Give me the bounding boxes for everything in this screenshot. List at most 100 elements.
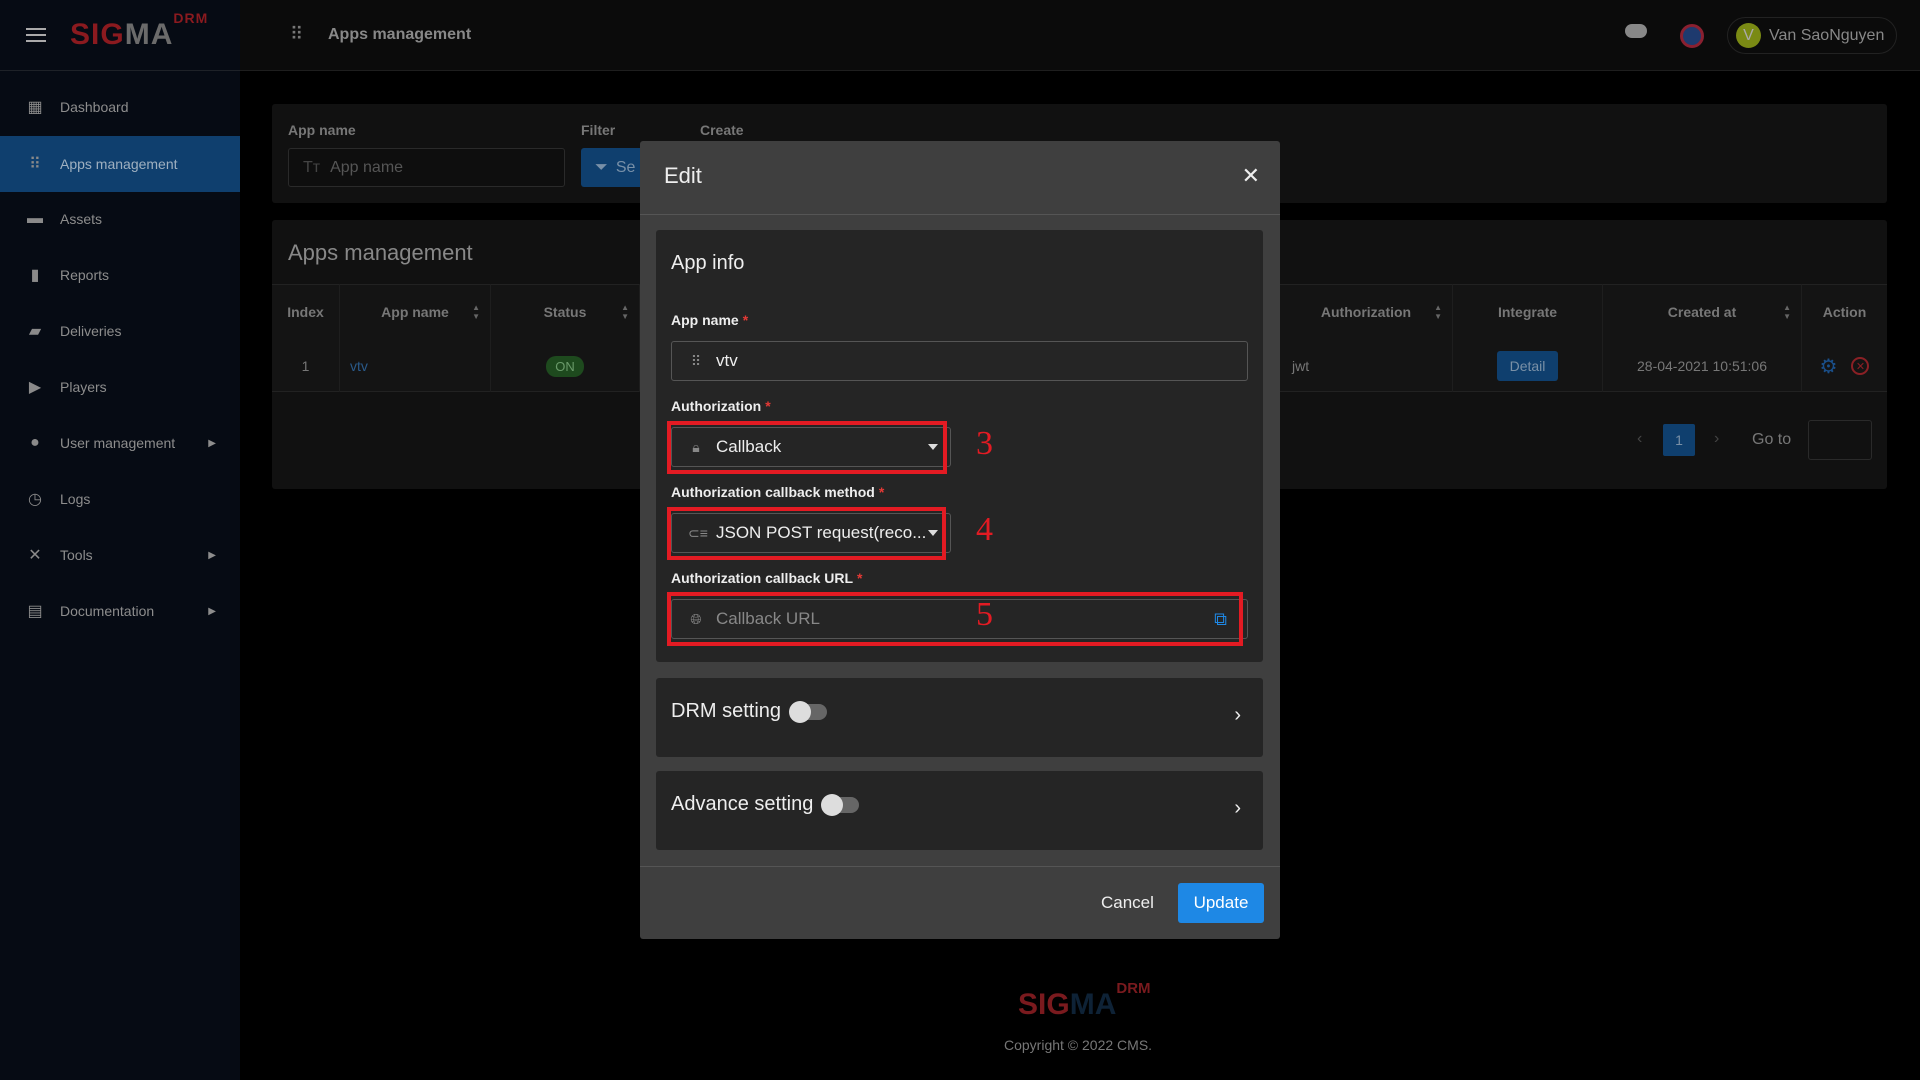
drm-setting-card[interactable]: DRM setting › — [656, 678, 1263, 757]
col-header-integrate: Integrate — [1453, 284, 1603, 340]
user-menu[interactable]: V Van SaoNguyen — [1727, 17, 1897, 54]
user-icon: ● — [30, 434, 40, 451]
advance-setting-header: Advance setting — [671, 793, 860, 816]
sidebar-item-players[interactable]: ▶ Players — [0, 359, 240, 415]
caret-right-icon: ▶ — [208, 437, 216, 449]
required-mark: * — [857, 570, 863, 586]
gear-icon[interactable]: ⚙ — [1820, 354, 1838, 379]
footer-logo: SIGMADRM — [1018, 980, 1151, 1021]
divider — [640, 214, 1280, 215]
col-header-app-name[interactable]: App name ▲ ▼ — [340, 284, 491, 340]
sidebar-item-deliveries[interactable]: ▰ Deliveries — [0, 303, 240, 359]
status-badge[interactable]: ON — [546, 355, 584, 377]
sidebar-item-label: Deliveries — [60, 323, 122, 339]
sidebar-item-label: Documentation — [60, 603, 155, 619]
sidebar-item-label: Apps management — [60, 156, 178, 172]
label-text: Authorization callback URL — [671, 570, 854, 586]
section-title: Advance setting — [671, 793, 814, 815]
cell-app-name-link[interactable]: vtv — [340, 340, 491, 392]
label-text: Authorization — [671, 398, 762, 414]
modal-title: Edit — [664, 163, 702, 188]
filter-button-label: Se — [615, 158, 636, 176]
sort-icon: ▲ ▼ — [1434, 303, 1442, 321]
chevron-right-icon[interactable]: › — [1234, 797, 1241, 820]
sidebar-item-label: Reports — [60, 267, 110, 283]
close-icon[interactable]: ✕ — [1242, 163, 1260, 189]
drm-setting-toggle[interactable] — [789, 700, 828, 723]
copyright: Copyright © 2022 CMS. — [1004, 1037, 1153, 1053]
col-label: Authorization — [1320, 304, 1412, 320]
label-text: App name — [671, 312, 739, 328]
avatar: V — [1736, 23, 1761, 48]
goto-label: Go to — [1752, 431, 1792, 448]
theme-toggle-icon[interactable] — [1625, 24, 1647, 38]
col-header-authorization[interactable]: Authorization ▲ ▼ — [1280, 284, 1453, 340]
bar-chart-icon: ▮ — [30, 267, 40, 284]
sidebar-item-label: User management — [60, 435, 176, 451]
required-mark: * — [742, 312, 749, 328]
app-name-input[interactable]: ⠿ vtv — [671, 341, 1248, 381]
annotation-number-4: 4 — [976, 511, 993, 548]
annotation-number-3: 3 — [976, 425, 993, 462]
divider — [640, 866, 1280, 867]
authorization-label: Authorization * — [671, 398, 771, 414]
next-page-icon[interactable]: › — [1714, 430, 1719, 448]
logo: SIGMADRM — [70, 10, 209, 51]
create-label: Create — [700, 122, 744, 138]
col-label: Created at — [1667, 304, 1737, 320]
top-header: ⠿ Apps management V Van SaoNguyen — [240, 0, 1920, 71]
chevron-right-icon[interactable]: › — [1234, 704, 1241, 727]
input-value: vtv — [716, 351, 738, 370]
page-1-button[interactable]: 1 — [1663, 424, 1695, 456]
uk-flag-icon[interactable] — [1680, 24, 1704, 48]
detail-button[interactable]: Detail — [1496, 351, 1559, 381]
cancel-button[interactable]: Cancel — [1101, 893, 1154, 913]
callback-method-label: Authorization callback method * — [671, 484, 884, 500]
annotation-number-5: 5 — [976, 596, 993, 633]
sidebar-item-tools[interactable]: ✕ Tools ▶ — [0, 527, 240, 583]
sidebar-item-documentation[interactable]: ▤ Documentation ▶ — [0, 583, 240, 639]
sidebar-item-reports[interactable]: ▮ Reports — [0, 247, 240, 303]
briefcase-icon: ▬ — [27, 210, 43, 227]
cell-status: ON — [491, 340, 640, 392]
app-name-search-input[interactable]: Tт App name — [288, 148, 565, 187]
drm-setting-header: DRM setting — [671, 700, 828, 723]
cell-integrate: Detail — [1453, 340, 1603, 392]
sidebar-item-user-management[interactable]: ● User management ▶ — [0, 415, 240, 471]
col-header-status[interactable]: Status ▲ ▼ — [491, 284, 640, 340]
sidebar: SIGMADRM ▦ Dashboard ⠿ Apps management ▬ As… — [0, 0, 240, 1080]
sidebar-item-label: Assets — [60, 211, 103, 227]
page-title: Apps management — [328, 26, 472, 43]
sidebar-item-dashboard[interactable]: ▦ Dashboard — [0, 79, 240, 135]
filter-label: Filter — [581, 122, 616, 138]
col-label: Status — [543, 304, 587, 320]
table-title: Apps management — [288, 240, 473, 265]
cell-authorization: jwt — [1280, 340, 1453, 392]
caret-right-icon: ▶ — [208, 605, 216, 617]
advance-setting-toggle[interactable] — [821, 793, 860, 816]
update-button[interactable]: Update — [1178, 883, 1264, 923]
label-text: Authorization callback method — [671, 484, 875, 500]
sidebar-item-logs[interactable]: ◷ Logs — [0, 471, 240, 527]
sidebar-item-assets[interactable]: ▬ Assets — [0, 191, 240, 247]
col-header-created-at[interactable]: Created at ▲ ▼ — [1603, 284, 1802, 340]
section-title: App info — [671, 252, 745, 274]
col-header-index: Index — [272, 284, 340, 340]
apps-icon: ⠿ — [29, 156, 41, 173]
sidebar-header: SIGMADRM — [0, 0, 240, 71]
app-name-label: App name * — [671, 312, 748, 328]
delete-icon[interactable]: ✕ — [1851, 357, 1870, 375]
truck-icon: ▰ — [28, 323, 42, 340]
sort-icon: ▲ ▼ — [472, 303, 480, 321]
goto-page-input[interactable] — [1808, 420, 1872, 460]
prev-page-icon[interactable]: ‹ — [1637, 430, 1642, 448]
dashboard-icon: ▦ — [27, 99, 43, 116]
annotation-box-3 — [667, 421, 947, 474]
cell-created-at: 28-04-2021 10:51:06 — [1603, 340, 1802, 392]
sort-icon: ▲ ▼ — [621, 303, 629, 321]
sidebar-item-apps-management[interactable]: ⠿ Apps management — [0, 136, 240, 192]
tools-icon: ✕ — [28, 547, 42, 564]
advance-setting-card[interactable]: Advance setting › — [656, 771, 1263, 850]
menu-icon[interactable] — [26, 28, 46, 42]
text-icon: Tт — [303, 158, 321, 176]
